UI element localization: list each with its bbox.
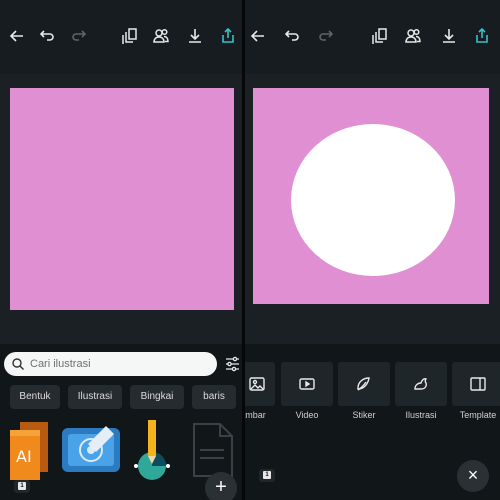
graphics-tablet-icon[interactable] xyxy=(60,424,122,476)
left-editor-panel: Bentuk Ilustrasi Bingkai baris AI xyxy=(0,0,242,500)
right-editor-panel: ambar Video Stiker Ilustrasi Template xyxy=(245,0,500,500)
undo-icon[interactable] xyxy=(38,27,56,45)
filter-sliders-icon[interactable] xyxy=(225,356,240,372)
collaborate-icon[interactable] xyxy=(404,27,422,45)
redo-icon[interactable] xyxy=(317,27,335,45)
search-box[interactable] xyxy=(4,352,217,376)
tool-illustration[interactable] xyxy=(395,362,447,406)
circle-shape[interactable] xyxy=(291,124,455,276)
page-count: 1 xyxy=(263,471,271,479)
ai-file-icon[interactable]: AI xyxy=(6,420,52,480)
share-icon[interactable] xyxy=(219,27,237,45)
pencil-chart-icon[interactable] xyxy=(130,418,176,484)
add-button[interactable]: + xyxy=(205,472,237,500)
svg-text:AI: AI xyxy=(16,447,32,466)
illustration-icon xyxy=(412,375,430,393)
redo-icon[interactable] xyxy=(70,27,88,45)
insert-toolstrip: ambar Video Stiker Ilustrasi Template xyxy=(245,362,500,424)
tool-template[interactable] xyxy=(452,362,500,406)
template-icon xyxy=(469,375,487,393)
download-icon[interactable] xyxy=(440,27,458,45)
tool-sticker[interactable] xyxy=(338,362,390,406)
chip-ilustrasi[interactable]: Ilustrasi xyxy=(68,385,122,409)
design-page[interactable] xyxy=(10,88,234,310)
search-icon xyxy=(11,357,25,371)
video-icon xyxy=(298,375,316,393)
design-canvas-area xyxy=(245,74,500,344)
design-canvas-area xyxy=(0,74,242,344)
sticker-icon xyxy=(355,375,373,393)
category-chips: Bentuk Ilustrasi Bingkai baris xyxy=(0,385,242,409)
layers-icon[interactable] xyxy=(371,27,389,45)
design-page[interactable] xyxy=(253,88,489,304)
collaborate-icon[interactable] xyxy=(152,27,170,45)
search-row xyxy=(4,352,240,376)
chip-bentuk[interactable]: Bentuk xyxy=(10,385,60,409)
page-count-badge[interactable]: 1 xyxy=(259,469,275,482)
chip-baris[interactable]: baris xyxy=(192,385,236,409)
image-icon xyxy=(248,375,266,393)
close-button[interactable]: × xyxy=(457,460,489,492)
layers-icon[interactable] xyxy=(121,27,139,45)
page-count-badge[interactable]: 1 xyxy=(14,480,30,493)
chip-bingkai[interactable]: Bingkai xyxy=(130,385,184,409)
back-arrow-icon[interactable] xyxy=(8,27,26,45)
back-arrow-icon[interactable] xyxy=(249,27,267,45)
download-icon[interactable] xyxy=(186,27,204,45)
left-top-toolbar xyxy=(0,0,242,74)
tool-video-label: Video xyxy=(295,410,319,420)
document-icon[interactable] xyxy=(190,422,234,478)
search-input[interactable] xyxy=(30,355,210,373)
tool-template-label: Template xyxy=(459,410,497,420)
tool-video[interactable] xyxy=(281,362,333,406)
tool-image[interactable] xyxy=(245,362,275,406)
tool-sticker-label: Stiker xyxy=(352,410,376,420)
undo-icon[interactable] xyxy=(283,27,301,45)
right-top-toolbar xyxy=(245,0,500,74)
tool-illustration-label: Ilustrasi xyxy=(405,410,437,420)
page-count: 1 xyxy=(18,482,26,490)
share-icon[interactable] xyxy=(473,27,491,45)
